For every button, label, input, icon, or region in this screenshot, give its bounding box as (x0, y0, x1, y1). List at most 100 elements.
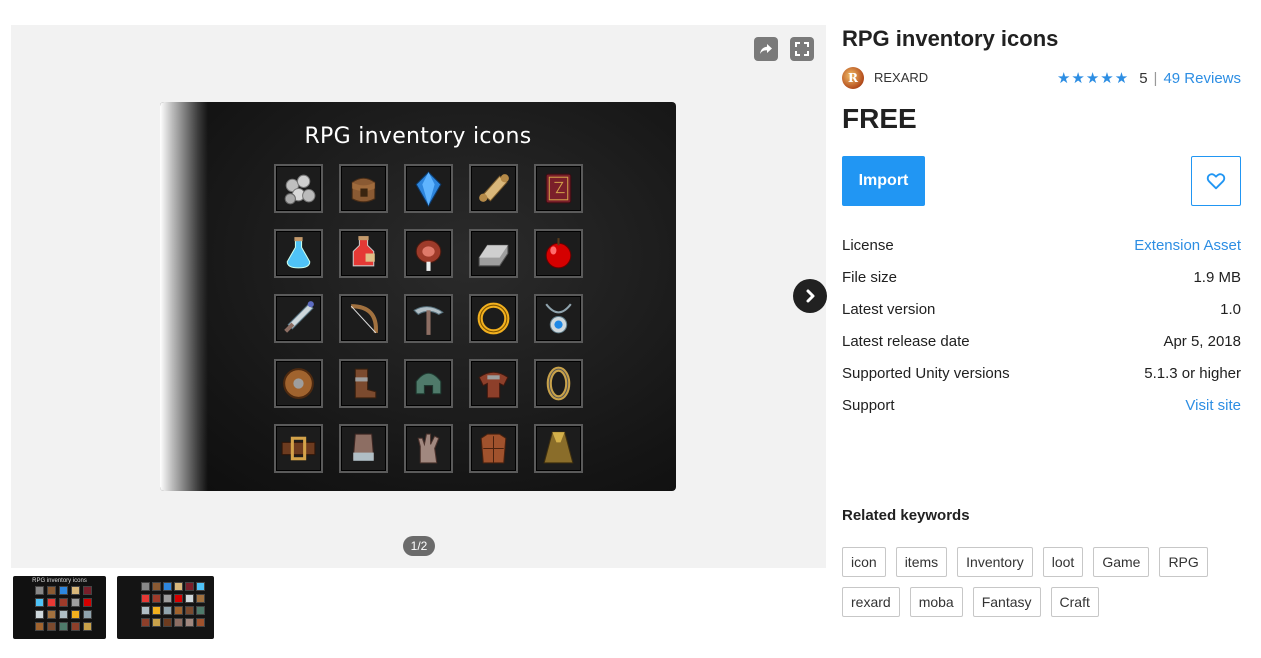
boots-icon (354, 368, 377, 399)
thumbnail-icon (185, 582, 194, 591)
detail-row: Latest release date Apr 5, 2018 (842, 333, 1241, 365)
pouch-icon (351, 177, 376, 203)
thumbnail-icon (152, 582, 161, 591)
gauntlet-icon (352, 433, 375, 461)
keyword-tag[interactable]: Inventory (957, 547, 1033, 577)
inventory-icon-cell (534, 229, 583, 278)
product-title: RPG inventory icons (842, 26, 1059, 51)
keyword-tag[interactable]: icon (842, 547, 886, 577)
publisher-name[interactable]: REXARD (874, 70, 928, 85)
fullscreen-button[interactable] (790, 37, 814, 61)
thumbnail-icon (71, 586, 80, 595)
thumbnail-icon (59, 610, 68, 619)
bracelet-icon (546, 366, 571, 401)
gem-icon (415, 171, 442, 207)
keyword-tag[interactable]: Fantasy (972, 587, 1041, 617)
keyword-tag[interactable]: items (895, 547, 948, 577)
price: FREE (842, 103, 917, 134)
gallery-thumbnail-2[interactable] (117, 576, 214, 639)
scroll-icon (479, 174, 509, 202)
detail-label: License (842, 237, 894, 254)
detail-label: Latest version (842, 301, 936, 318)
thumbnail-icon (196, 582, 205, 591)
inventory-icon-cell (534, 294, 583, 343)
keyword-tag[interactable]: rexard (842, 587, 900, 617)
thumbnail-icon (35, 622, 44, 631)
thumbnail-icon (196, 594, 205, 603)
detail-value: 1.9 MB (1193, 269, 1241, 286)
inventory-icon-cell (469, 229, 518, 278)
detail-label: File size (842, 269, 898, 286)
thumbnail-icon (163, 594, 172, 603)
belt-icon (281, 436, 316, 461)
thumbnail-icon (152, 594, 161, 603)
inventory-icon-cell (404, 424, 453, 473)
thumbnail-icon (185, 594, 194, 603)
thumbnail-icon (83, 622, 92, 631)
import-button[interactable]: Import (842, 156, 925, 206)
share-button[interactable] (754, 37, 778, 61)
detail-link[interactable]: Visit site (1185, 397, 1241, 429)
detail-value: 5.1.3 or higher (1144, 365, 1241, 382)
gallery-thumbnail-1[interactable]: RPG inventory icons (13, 576, 106, 639)
thumbnail-icon (141, 606, 150, 615)
thumbnail-icon (141, 618, 150, 627)
inventory-icon-cell (339, 229, 388, 278)
favorite-button[interactable] (1191, 156, 1241, 206)
related-keywords-title: Related keywords (842, 507, 970, 524)
detail-value: Apr 5, 2018 (1163, 333, 1241, 350)
pickaxe-icon (413, 306, 444, 335)
detail-row: Supported Unity versions 5.1.3 or higher (842, 365, 1241, 397)
coins-icon (284, 174, 316, 205)
publisher-row: R REXARD ★★★★★ 5 | 49 Reviews (842, 67, 1241, 89)
keyword-tag[interactable]: Craft (1050, 587, 1099, 617)
slide-counter: 1/2 (403, 536, 435, 556)
inventory-icon-cell (534, 424, 583, 473)
chest-armor-icon (480, 433, 507, 464)
rating-value: 5 (1139, 69, 1148, 87)
thumbnail-title: RPG inventory icons (32, 578, 87, 584)
slide-title: RPG inventory icons (304, 124, 532, 149)
inventory-icon-cell (404, 359, 453, 408)
keyword-tag[interactable]: RPG (1159, 547, 1208, 577)
reviews-link[interactable]: 49 Reviews (1163, 70, 1241, 87)
detail-row: Latest version 1.0 (842, 301, 1241, 333)
thumbnail-icon (35, 610, 44, 619)
detail-row: Support Visit site (842, 397, 1241, 429)
apple-icon (545, 238, 572, 269)
thumbnail-icon (141, 594, 150, 603)
meat-icon (415, 239, 442, 271)
thumbnail-icon-grid (35, 586, 92, 631)
inventory-icon-cell (534, 359, 583, 408)
keyword-tag[interactable]: moba (909, 587, 963, 617)
inventory-icon-cell (274, 229, 323, 278)
thumbnail-icon (47, 586, 56, 595)
thumbnail-icon (59, 598, 68, 607)
health-potion-icon (352, 236, 375, 267)
thumbnail-icon (174, 618, 183, 627)
thumbnail-icon (83, 610, 92, 619)
thumbnail-icon (141, 582, 150, 591)
ingot-icon (478, 244, 509, 267)
keyword-tag[interactable]: Game (1093, 547, 1150, 577)
shield-icon (283, 368, 314, 399)
product-panel: RPG inventory icons R REXARD ★★★★★ 5 | 4… (842, 25, 1241, 617)
thumbnail-icon (152, 606, 161, 615)
thumbnail-icon (174, 594, 183, 603)
inventory-icon-cell (274, 424, 323, 473)
inventory-icon-cell (274, 164, 323, 213)
inventory-icon-cell (469, 294, 518, 343)
detail-link[interactable]: Extension Asset (1134, 237, 1241, 269)
inventory-icon-cell (469, 164, 518, 213)
thumbnail-icon (71, 622, 80, 631)
mana-potion-icon (286, 237, 311, 269)
chevron-right-icon (806, 289, 815, 303)
thumbnail-icon (47, 610, 56, 619)
slide-edge-fade (160, 102, 208, 491)
keyword-tag[interactable]: loot (1042, 547, 1084, 577)
next-slide-button[interactable] (793, 279, 827, 313)
thumbnail-icon (71, 610, 80, 619)
thumbnail-icon (185, 606, 194, 615)
publisher-logo[interactable]: R (842, 67, 864, 89)
thumbnail-icon (196, 606, 205, 615)
